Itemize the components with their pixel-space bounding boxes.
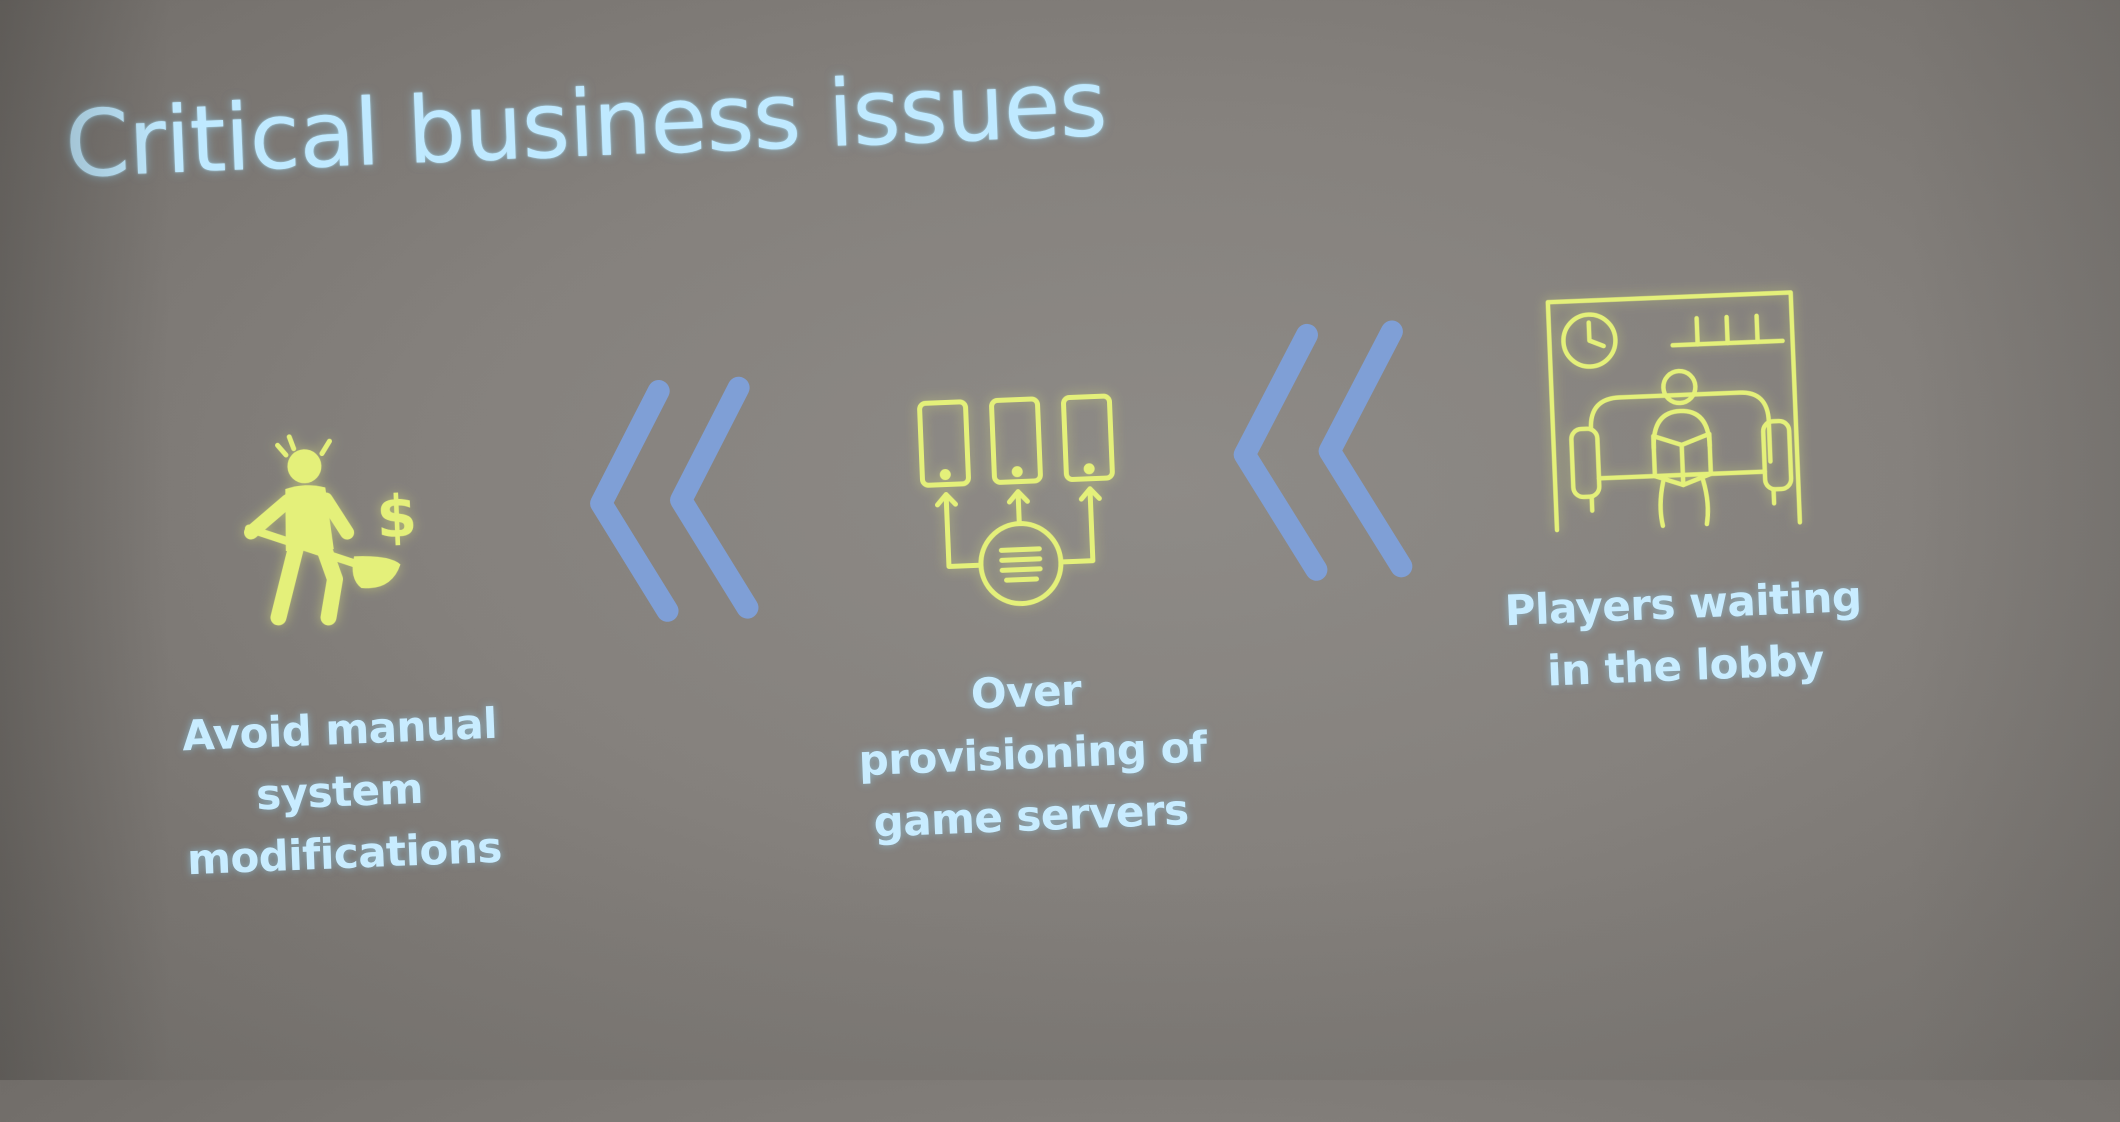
double-chevron-left-icon xyxy=(578,372,768,629)
svg-text:$: $ xyxy=(375,482,418,552)
issue-manual-modifications: $ Avoid manual system modifications xyxy=(170,423,503,891)
player-waiting-lobby-icon xyxy=(1545,290,1803,533)
game-servers-provisioning-icon xyxy=(917,393,1115,607)
double-chevron-left-icon xyxy=(1221,316,1421,588)
issue-over-provisioning: Over provisioning of game servers xyxy=(844,385,1208,854)
slide: Critical business issues $ Avoid manual … xyxy=(0,0,2120,1122)
issue-players-waiting: Players waiting in the lobby xyxy=(1470,267,1887,705)
person-shoveling-money-icon: $ xyxy=(244,434,418,626)
slide-title: Critical business issues xyxy=(63,49,1109,199)
issue-label: Avoid manual system modifications xyxy=(181,698,503,885)
issue-label: Over provisioning of game servers xyxy=(857,665,1208,847)
issue-label: Players waiting in the lobby xyxy=(1503,571,1863,696)
